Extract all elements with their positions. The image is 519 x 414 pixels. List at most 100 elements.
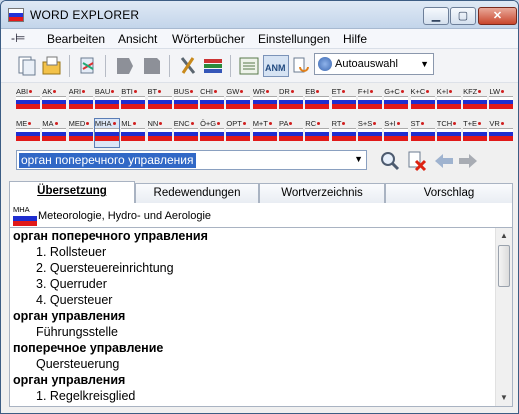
dictionary-code: CHI (200, 87, 224, 96)
domain-header: MHA Meteorologie, Hydro- und Aerologie (9, 203, 513, 227)
forward-page-icon[interactable] (141, 55, 163, 77)
autoselect-dropdown[interactable]: Autoauswahl ▼ (314, 53, 434, 75)
scroll-thumb[interactable] (498, 245, 510, 287)
scroll-down-icon[interactable]: ▼ (496, 390, 512, 406)
dictionary-bus[interactable]: BUS (173, 87, 198, 115)
dictionary-code: RC (305, 119, 329, 128)
dictionary-ma[interactable]: MA (42, 119, 67, 147)
dictionary-s-s[interactable]: S+S (357, 119, 382, 147)
close-button[interactable]: ✕ (478, 7, 517, 25)
dictionary-me[interactable]: ME (16, 119, 40, 147)
status-dot-icon (342, 122, 346, 125)
dictionary-et[interactable]: ET (331, 87, 356, 115)
tab-redewendungen[interactable]: Redewendungen (135, 183, 259, 203)
title-bar: WORD EXPLORER ▁ ▢ ✕ (1, 1, 518, 29)
headword[interactable]: поперечное управление (10, 340, 494, 356)
translation-item[interactable]: 1. Regelkreisglied (10, 388, 494, 404)
dictionary-bt[interactable]: BT (147, 87, 172, 115)
dictionary-code: LW (489, 87, 513, 96)
dictionary-kfz[interactable]: KFZ (463, 87, 488, 115)
open-folder-icon[interactable] (41, 55, 63, 77)
pin-icon[interactable]: -⊨ (11, 31, 25, 45)
dictionary-code: MA (42, 119, 66, 128)
status-dot-icon (400, 90, 404, 93)
toolbar-separator (169, 55, 170, 77)
translation-item[interactable]: Führungsstelle (10, 324, 494, 340)
dictionary-vr[interactable]: VR (489, 119, 514, 147)
chevron-down-icon[interactable]: ▼ (354, 154, 363, 164)
list-view-icon[interactable] (238, 55, 260, 77)
dictionary-mha[interactable]: MHA (93, 118, 120, 148)
headword[interactable]: орган управления (10, 372, 494, 388)
tab-vorschlag[interactable]: Vorschlag (385, 183, 513, 203)
dictionary-gw[interactable]: GW (226, 87, 251, 115)
scroll-up-icon[interactable]: ▲ (496, 228, 512, 244)
dictionary-bti[interactable]: BTI (121, 87, 146, 115)
dictionary-tch[interactable]: TCH (436, 119, 461, 147)
dictionary-ari[interactable]: ARI (68, 87, 93, 115)
window-title: WORD EXPLORER (30, 8, 140, 22)
dictionary--g[interactable]: Ö+G (200, 119, 225, 147)
translation-item[interactable]: 3. Querruder (10, 276, 494, 292)
status-dot-icon (29, 90, 33, 93)
tab-wortverzeichnis[interactable]: Wortverzeichnis (259, 183, 385, 203)
menu-einstellungen[interactable]: Einstellungen (258, 32, 330, 46)
dictionary-bau[interactable]: BAU (94, 87, 119, 115)
dictionary-eb[interactable]: EB (305, 87, 330, 115)
forward-arrow-icon[interactable] (457, 150, 479, 172)
dictionary-k-i[interactable]: K+I (436, 87, 461, 115)
status-dot-icon (478, 90, 482, 93)
dictionary-st[interactable]: ST (410, 119, 435, 147)
dictionary-chi[interactable]: CHI (200, 87, 225, 115)
dictionary-opt[interactable]: OPT (226, 119, 251, 147)
translation-item[interactable]: 2. Quersteuereinrichtung (10, 260, 494, 276)
dictionary-nn[interactable]: NN (147, 119, 172, 147)
dictionary-g-c[interactable]: G+C (384, 87, 409, 115)
dictionary-rc[interactable]: RC (305, 119, 330, 147)
dictionary-lw[interactable]: LW (489, 87, 514, 115)
dictionary-pa[interactable]: PA (279, 119, 303, 147)
dictionary-med[interactable]: MED (68, 119, 93, 147)
status-dot-icon (158, 90, 162, 93)
vertical-scrollbar[interactable]: ▲ ▼ (495, 228, 512, 406)
delete-icon[interactable] (406, 150, 428, 172)
dictionary-wr[interactable]: WR (252, 87, 277, 115)
status-dot-icon (290, 90, 294, 93)
dictionary-code: BAU (95, 87, 119, 96)
tab-uebersetzung[interactable]: Übersetzung (9, 181, 135, 203)
dictionary-k-c[interactable]: K+C (410, 87, 435, 115)
dictionary-enc[interactable]: ENC (173, 119, 198, 147)
translation-item[interactable]: Quersteuerung (10, 356, 494, 372)
back-page-icon[interactable] (114, 55, 136, 77)
tools-icon[interactable] (177, 55, 199, 77)
anm-label: ANM (265, 63, 286, 73)
dictionary-s-i[interactable]: S+I (384, 119, 409, 147)
dictionary-rt[interactable]: RT (331, 119, 356, 147)
headword[interactable]: орган поперечного управления (10, 228, 494, 244)
search-input[interactable]: орган поперечного управления ▼ (16, 150, 367, 170)
menu-hilfe[interactable]: Hilfe (343, 32, 367, 46)
dictionary-m-t[interactable]: M+T (252, 119, 277, 147)
dictionary-ml[interactable]: ML (121, 119, 146, 147)
search-icon[interactable] (379, 150, 401, 172)
status-dot-icon (449, 90, 453, 93)
minimize-button[interactable]: ▁ (423, 7, 449, 25)
headword[interactable]: орган управления (10, 308, 494, 324)
new-document-icon[interactable] (16, 55, 38, 77)
refresh-icon[interactable] (77, 55, 99, 77)
dictionary-t-e[interactable]: T+E (463, 119, 488, 147)
menu-woerterbuecher[interactable]: Wörterbücher (172, 32, 245, 46)
books-icon[interactable] (202, 55, 224, 77)
dictionary-abi[interactable]: ABI (16, 87, 40, 115)
translation-item[interactable]: 1. Rollsteuer (10, 244, 494, 260)
dictionary-ak[interactable]: AK (42, 87, 67, 115)
maximize-button[interactable]: ▢ (450, 7, 476, 25)
anm-view-button[interactable]: ANM (263, 55, 289, 77)
back-arrow-icon[interactable] (433, 150, 455, 172)
translation-item[interactable]: 4. Quersteuer (10, 292, 494, 308)
dictionary-f-i[interactable]: F+I (357, 87, 382, 115)
dictionary-dr[interactable]: DR (279, 87, 303, 115)
menu-bearbeiten[interactable]: Bearbeiten (47, 32, 105, 46)
menu-ansicht[interactable]: Ansicht (118, 32, 157, 46)
find-replace-icon[interactable] (291, 55, 313, 77)
